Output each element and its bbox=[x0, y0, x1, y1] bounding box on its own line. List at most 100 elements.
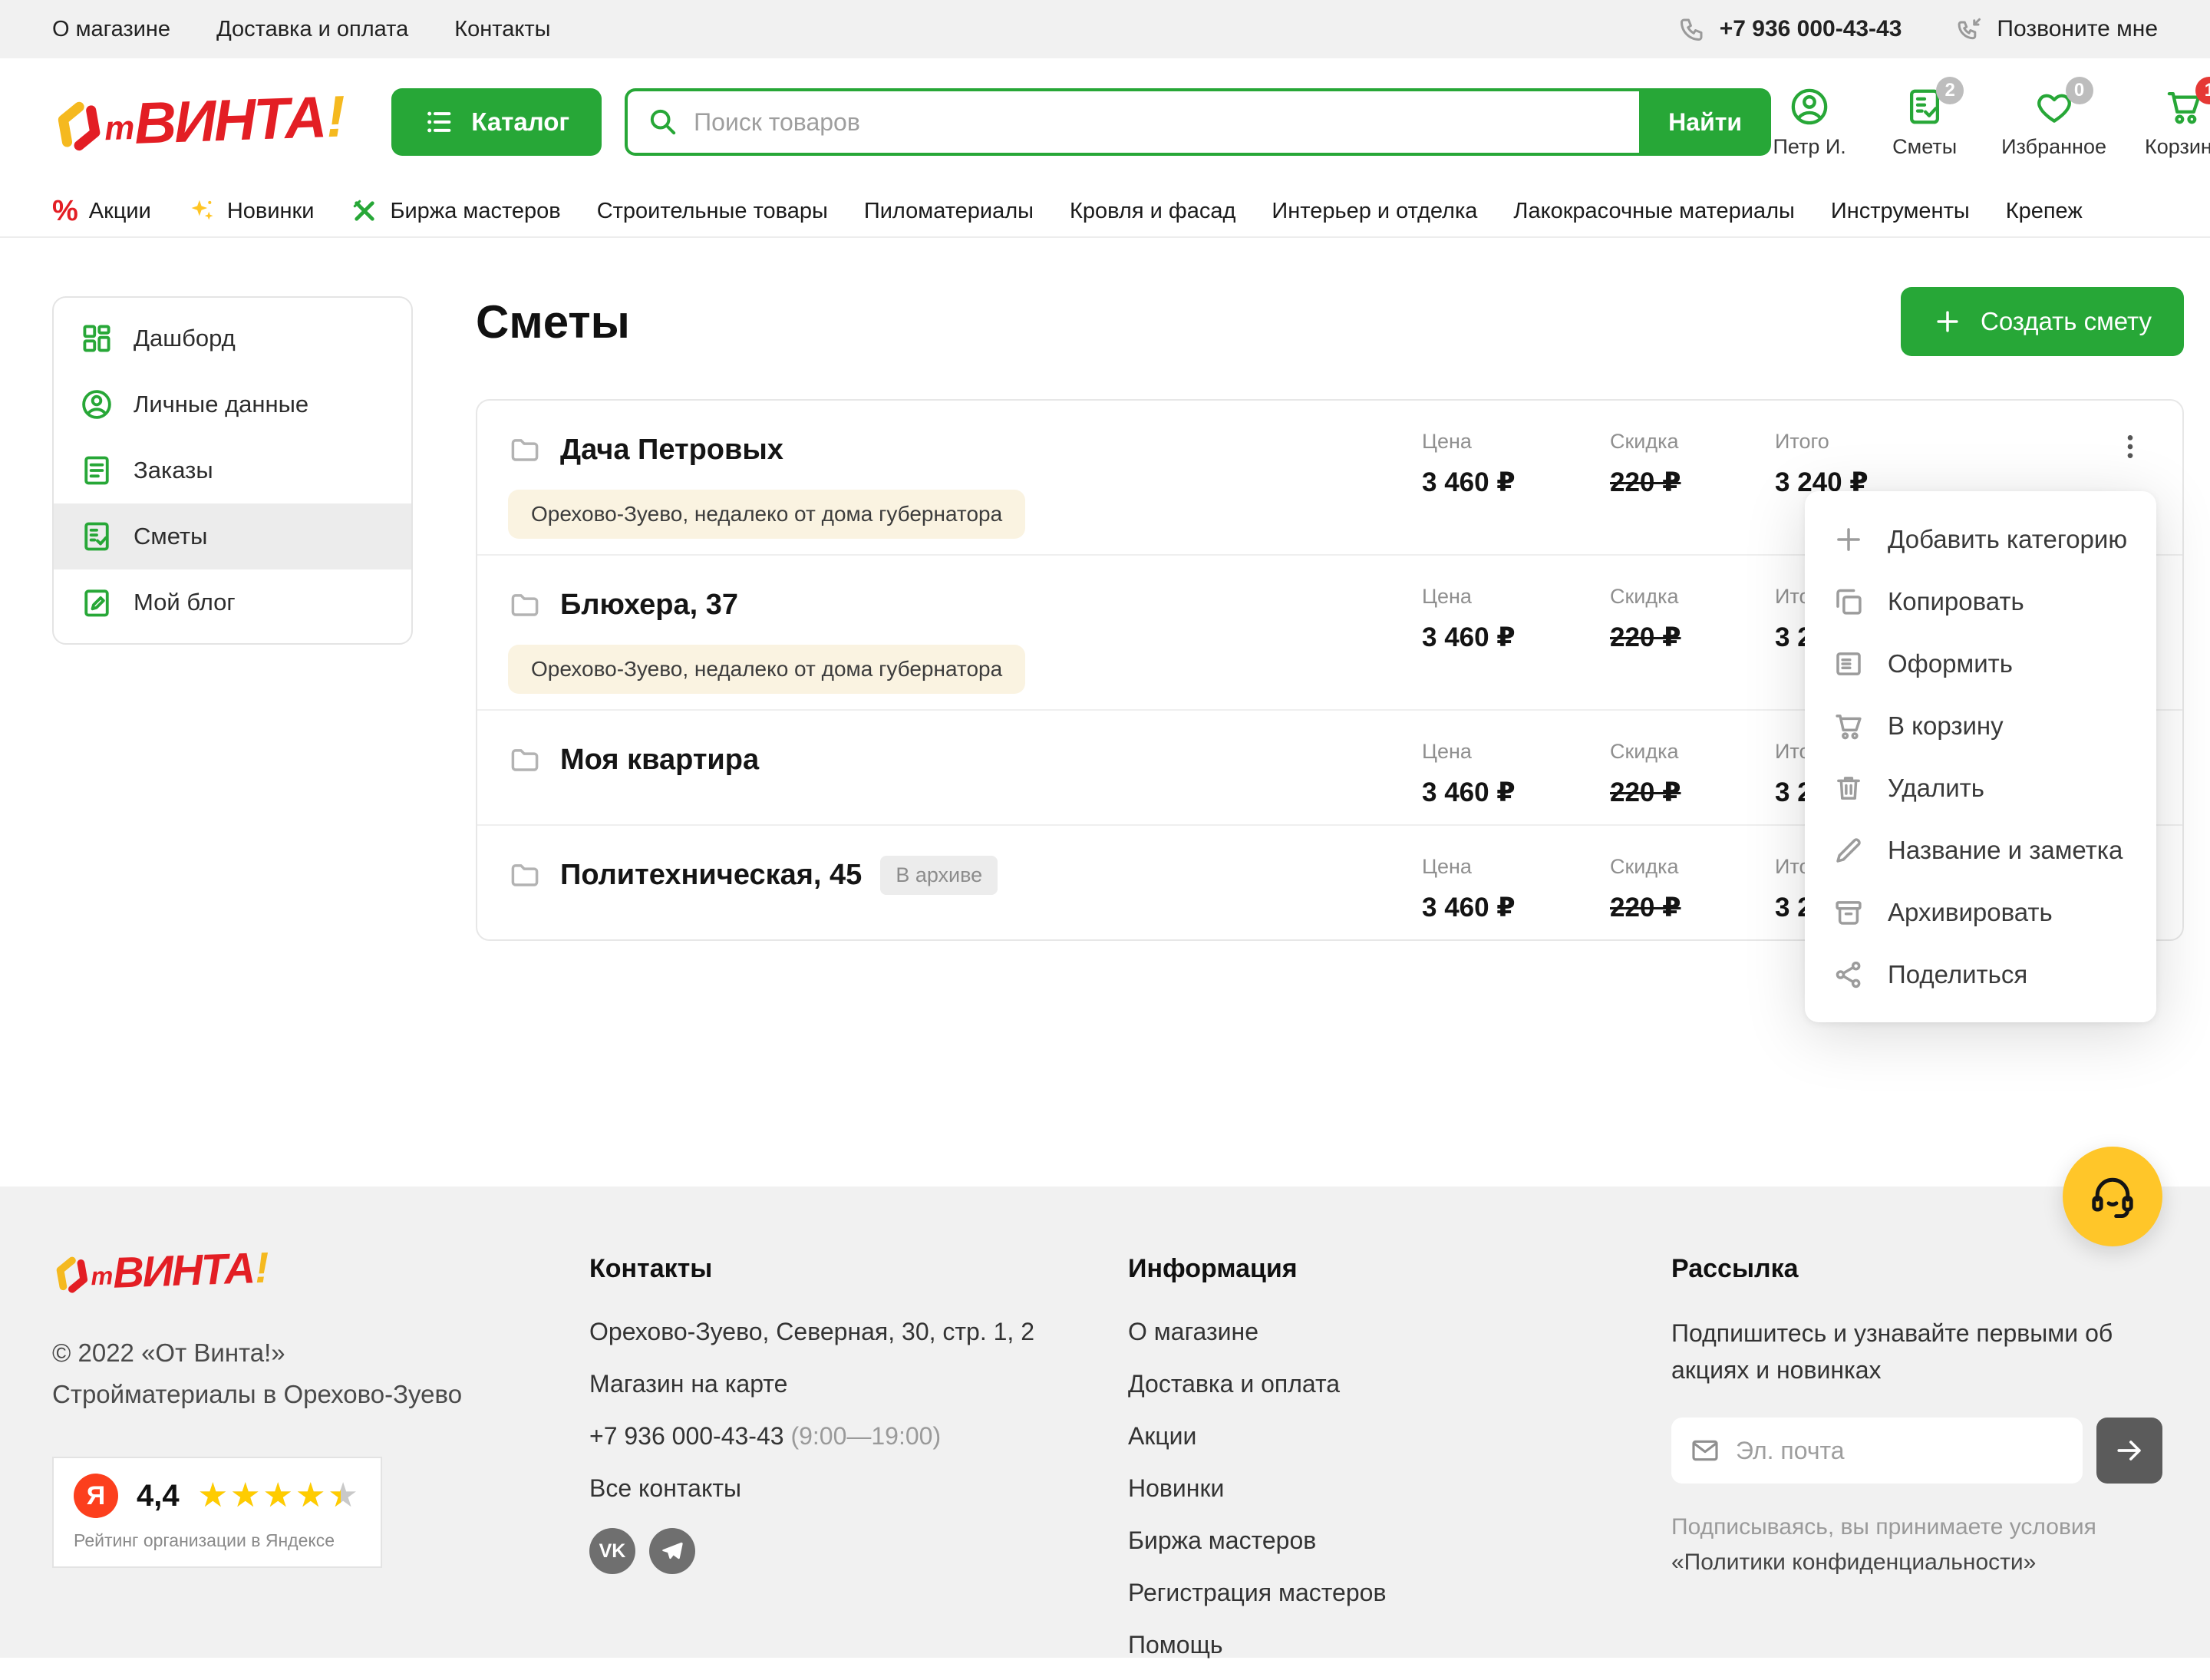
nav-item-roofing[interactable]: Кровля и фасад bbox=[1070, 199, 1235, 224]
discount-value: 220 ₽ bbox=[1610, 467, 1775, 498]
nav-item-new[interactable]: Новинки bbox=[187, 196, 315, 226]
nav-item-fasteners[interactable]: Крепеж bbox=[2006, 199, 2083, 224]
document-icon bbox=[1832, 648, 1865, 680]
nav-item-lumber[interactable]: Пиломатериалы bbox=[864, 199, 1034, 224]
row-context-menu: Добавить категорию Копировать Оформить В… bbox=[1805, 491, 2156, 1022]
user-icon bbox=[1789, 86, 1830, 127]
plus-icon bbox=[1933, 307, 1962, 336]
search-icon bbox=[648, 107, 678, 137]
nav-item-building[interactable]: Строительные товары bbox=[597, 199, 828, 224]
menu-item-rename[interactable]: Название и заметка bbox=[1805, 819, 2156, 881]
footer-link-master-signup[interactable]: Регистрация мастеров bbox=[1128, 1576, 1604, 1609]
price-value: 3 460 ₽ bbox=[1422, 777, 1610, 808]
plus-icon bbox=[1832, 523, 1865, 556]
footer-link-promos[interactable]: Акции bbox=[1128, 1419, 1604, 1453]
footer-link-new[interactable]: Новинки bbox=[1128, 1471, 1604, 1505]
row-menu-button[interactable] bbox=[2109, 430, 2152, 462]
topbar-link-contacts[interactable]: Контакты bbox=[454, 17, 550, 42]
subscribe-button[interactable] bbox=[2096, 1418, 2162, 1484]
nav-item-interior[interactable]: Интерьер и отделка bbox=[1272, 199, 1477, 224]
logo-word: ВИНТА bbox=[112, 1247, 254, 1295]
rating-value: 4,4 bbox=[137, 1479, 180, 1513]
topbar-link-about[interactable]: О магазине bbox=[52, 17, 170, 42]
page-head: Сметы Создать смету bbox=[476, 287, 2184, 356]
email-input[interactable] bbox=[1736, 1437, 2064, 1465]
page-title: Сметы bbox=[476, 295, 630, 348]
logo-word: ВИНТА bbox=[134, 88, 325, 153]
estimate-note-tag: Орехово-Зуево, недалеко от дома губернат… bbox=[508, 645, 1025, 694]
topbar-link-delivery[interactable]: Доставка и оплата bbox=[216, 17, 408, 42]
footer-all-contacts-link[interactable]: Все контакты bbox=[589, 1471, 1096, 1505]
discount-value: 220 ₽ bbox=[1610, 893, 1775, 923]
cart-icon bbox=[1832, 710, 1865, 742]
sparkles-icon bbox=[187, 196, 216, 226]
menu-item-copy[interactable]: Копировать bbox=[1805, 570, 2156, 632]
favorites-link[interactable]: 0 Избранное bbox=[2001, 86, 2106, 159]
sidebar-item-blog[interactable]: Мой блог bbox=[54, 569, 411, 635]
search-input[interactable] bbox=[694, 108, 1619, 137]
topbar-phone[interactable]: +7 936 000-43-43 bbox=[1678, 15, 1902, 43]
footer-link-delivery[interactable]: Доставка и оплата bbox=[1128, 1367, 1604, 1401]
footer-map-link[interactable]: Магазин на карте bbox=[589, 1367, 1096, 1401]
support-chat-button[interactable] bbox=[2063, 1147, 2162, 1246]
nav-item-masters[interactable]: Биржа мастеров bbox=[350, 196, 560, 226]
logo-bang: ! bbox=[254, 1246, 270, 1290]
vk-icon[interactable]: VK bbox=[589, 1528, 635, 1574]
share-icon bbox=[1832, 959, 1865, 991]
search-button[interactable]: Найти bbox=[1639, 88, 1771, 156]
logo[interactable]: т ВИНТА ! bbox=[51, 87, 347, 156]
footer-logo[interactable]: т ВИНТА ! bbox=[51, 1243, 356, 1297]
newsletter-description: Подпишитесь и узнавайте первыми об акция… bbox=[1671, 1315, 2162, 1388]
nav-item-label: Биржа мастеров bbox=[390, 199, 560, 224]
cart-link[interactable]: 1 Корзина bbox=[2145, 86, 2210, 159]
discount-value: 220 ₽ bbox=[1610, 622, 1775, 653]
menu-item-archive[interactable]: Архивировать bbox=[1805, 881, 2156, 943]
newsletter-consent: Подписываясь, вы принимаете условия «Пол… bbox=[1671, 1510, 2139, 1580]
menu-item-to-cart[interactable]: В корзину bbox=[1805, 695, 2156, 757]
create-estimate-button[interactable]: Создать смету bbox=[1901, 287, 2184, 356]
archive-badge: В архиве bbox=[880, 856, 998, 895]
trash-icon bbox=[1832, 772, 1865, 804]
sidebar-item-profile[interactable]: Личные данные bbox=[54, 371, 411, 437]
footer-brand: т ВИНТА ! © 2022 «От Винта!» Стройматери… bbox=[52, 1246, 462, 1568]
estimates-icon bbox=[80, 520, 114, 553]
nav-item-label: Новинки bbox=[227, 199, 315, 224]
menu-item-add-category[interactable]: Добавить категорию bbox=[1805, 508, 2156, 570]
yandex-rating-widget[interactable]: Я 4,4 ★★★★★ ★★★★★ Рейтинг организации в … bbox=[52, 1457, 382, 1568]
account-link[interactable]: Петр И. bbox=[1771, 86, 1848, 159]
user-circle-icon bbox=[80, 388, 114, 421]
footer-link-masters[interactable]: Биржа мастеров bbox=[1128, 1523, 1604, 1557]
topbar-right: +7 936 000-43-43 Позвоните мне bbox=[1678, 15, 2158, 43]
headset-icon bbox=[2087, 1171, 2138, 1222]
estimates-link[interactable]: 2 Сметы bbox=[1886, 86, 1963, 159]
nav-item-paint[interactable]: Лакокрасочные материалы bbox=[1513, 199, 1794, 224]
nav-item-promos[interactable]: % Акции bbox=[52, 196, 151, 226]
menu-item-delete[interactable]: Удалить bbox=[1805, 757, 2156, 819]
catalog-button[interactable]: Каталог bbox=[391, 88, 602, 156]
menu-item-checkout[interactable]: Оформить bbox=[1805, 632, 2156, 695]
sidebar-item-dashboard[interactable]: Дашборд bbox=[54, 305, 411, 371]
create-estimate-label: Создать смету bbox=[1981, 307, 2152, 336]
copy-icon bbox=[1832, 586, 1865, 618]
footer-link-help[interactable]: Помощь bbox=[1128, 1628, 1604, 1662]
footer-link-about[interactable]: О магазине bbox=[1128, 1315, 1604, 1348]
search-box bbox=[625, 88, 1639, 156]
folder-icon bbox=[508, 433, 542, 467]
topbar-callback[interactable]: Позвоните мне bbox=[1955, 15, 2158, 43]
sidebar-item-label: Сметы bbox=[134, 523, 207, 550]
menu-item-share[interactable]: Поделиться bbox=[1805, 943, 2156, 1005]
telegram-plane-icon bbox=[660, 1539, 684, 1563]
privacy-policy-link[interactable]: «Политики конфиденциальности» bbox=[1671, 1550, 2036, 1575]
telegram-icon[interactable] bbox=[649, 1528, 695, 1574]
header-quick-links: Петр И. 2 Сметы 0 Избранное 1 Корзина bbox=[1771, 86, 2210, 159]
estimate-info: Блюхера, 37 Орехово-Зуево, недалеко от д… bbox=[508, 585, 1422, 694]
footer: т ВИНТА ! © 2022 «От Винта!» Стройматери… bbox=[0, 1187, 2210, 1658]
archive-icon bbox=[1832, 896, 1865, 929]
sidebar-item-orders[interactable]: Заказы bbox=[54, 437, 411, 503]
sidebar-item-estimates[interactable]: Сметы bbox=[54, 503, 411, 569]
footer-phone[interactable]: +7 936 000-43-43 bbox=[589, 1422, 784, 1450]
dashboard-icon bbox=[80, 322, 114, 355]
sidebar-item-label: Дашборд bbox=[134, 325, 236, 352]
nav-item-tools[interactable]: Инструменты bbox=[1831, 199, 1970, 224]
price-label: Цена bbox=[1422, 585, 1610, 609]
